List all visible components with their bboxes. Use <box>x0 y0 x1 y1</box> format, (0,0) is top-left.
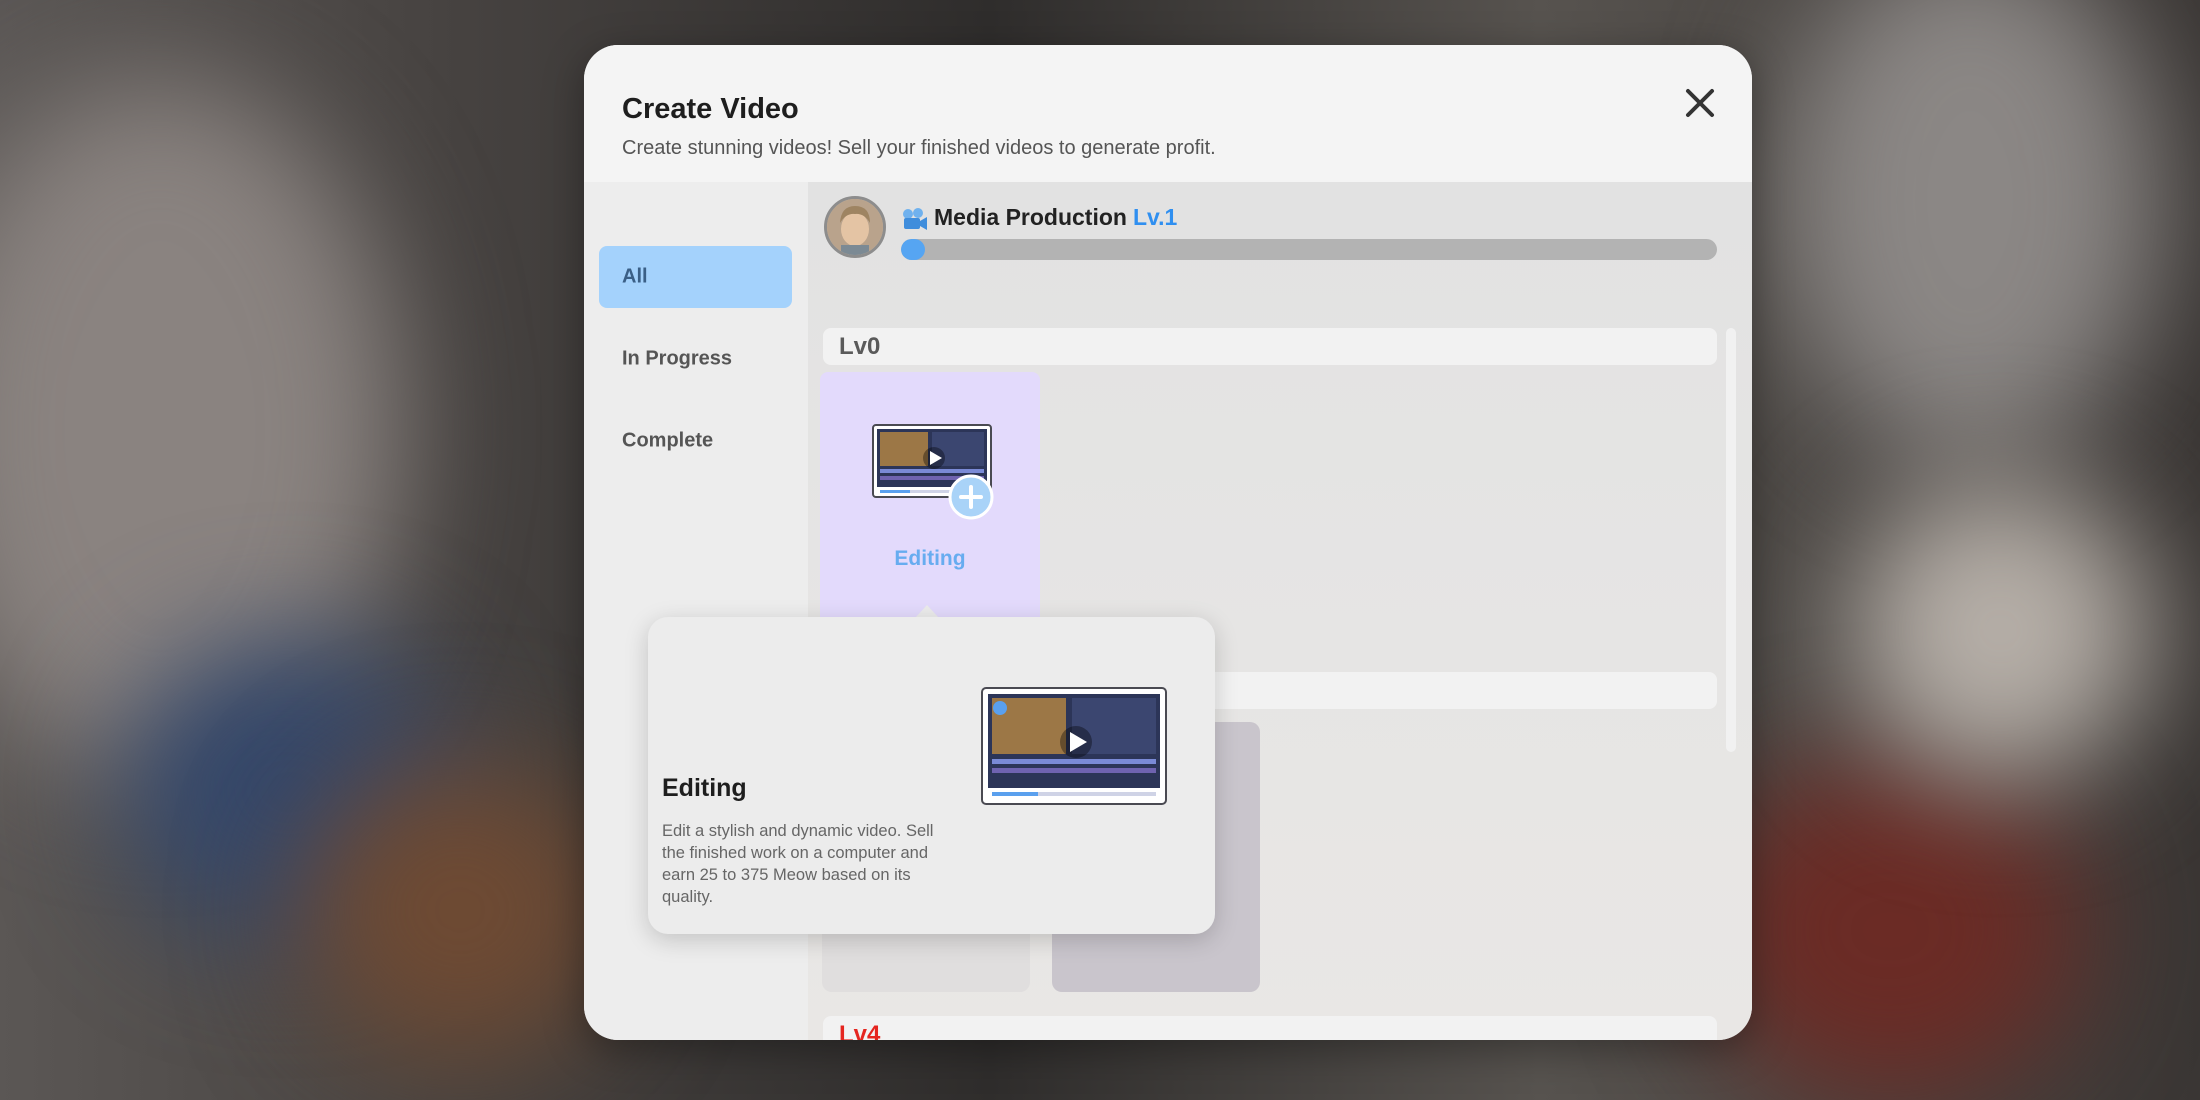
card-label: Editing <box>894 547 966 570</box>
tooltip-title: Editing <box>662 774 747 802</box>
dialog-subtitle: Create stunning videos! Sell your finish… <box>622 137 1216 159</box>
dialog-title: Create Video <box>622 93 799 125</box>
bg-blob <box>1780 0 2160 460</box>
film-camera-icon <box>903 208 927 230</box>
video-editing-thumbnail-icon <box>981 687 1167 805</box>
skill-progress-fill <box>901 239 926 260</box>
tab-label: Complete <box>622 429 714 452</box>
skill-level: Lv.1 <box>1132 204 1178 230</box>
skill-progress-bar <box>901 239 1717 260</box>
tab-all[interactable]: All <box>599 246 792 308</box>
bg-blob <box>1700 760 2080 1100</box>
level-header-lv4: Lv4 <box>823 1016 1717 1040</box>
skill-name: Media Production <box>934 204 1127 230</box>
video-tooltip: Editing Edit a stylish and dynamic video… <box>648 617 1215 934</box>
level-header-lv0: Lv0 <box>823 328 1717 365</box>
close-icon[interactable] <box>1678 81 1722 125</box>
avatar <box>824 196 886 258</box>
plus-icon <box>948 474 994 520</box>
tab-label: In Progress <box>622 347 733 370</box>
level-label: Lv0 <box>839 332 881 360</box>
dialog-header: Create Video Create stunning videos! Sel… <box>584 45 1752 182</box>
character-portrait-icon <box>827 199 883 255</box>
level-label: Lv4 <box>839 1020 881 1041</box>
content-scrollbar[interactable] <box>1726 328 1736 752</box>
tab-label: All <box>622 265 648 288</box>
bg-blob <box>1850 480 2150 780</box>
tab-in-progress[interactable]: In Progress <box>599 328 792 390</box>
tooltip-description: Edit a stylish and dynamic video. Sell t… <box>662 822 934 906</box>
skill-title: Media Production Lv.1 <box>934 204 1177 231</box>
tab-complete[interactable]: Complete <box>599 410 792 472</box>
bg-blob <box>300 760 620 1060</box>
